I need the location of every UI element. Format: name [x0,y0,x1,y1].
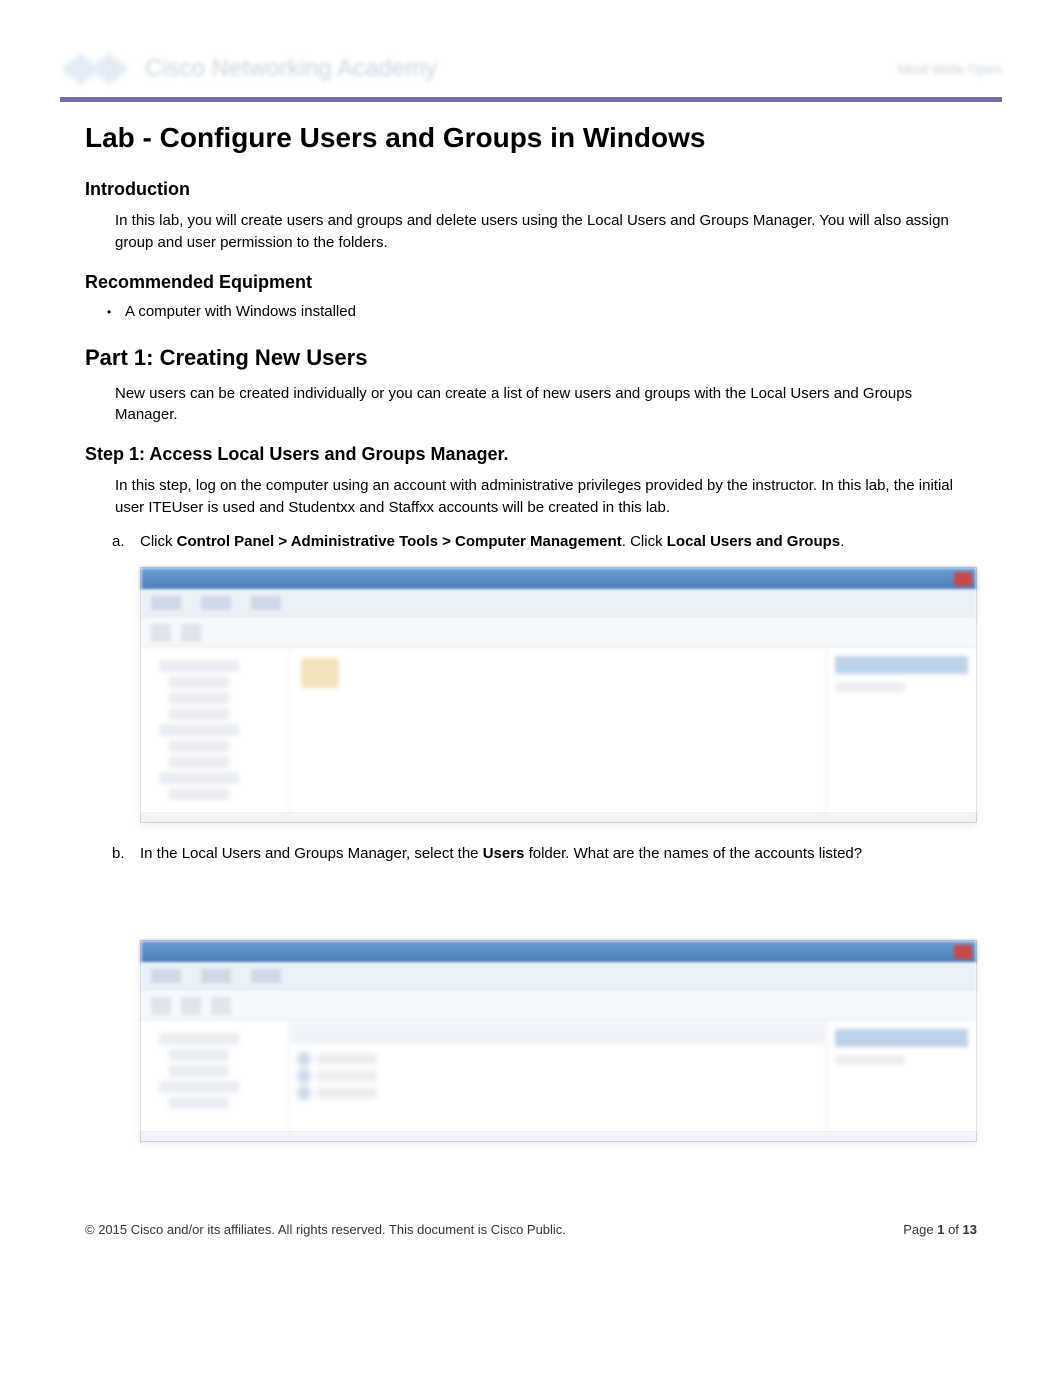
list-marker-a: a. [112,531,125,553]
intro-heading: Introduction [85,179,1002,200]
intro-text: In this lab, you will create users and g… [115,210,977,254]
folder-icon [301,658,339,688]
center-panel [291,648,826,812]
user-icon [297,1086,311,1100]
step1-a-pre: Click [140,533,177,550]
step1-item-a: a. Click Control Panel > Administrative … [140,531,977,553]
status-bar-2 [141,1131,976,1141]
actions-panel-2 [826,1021,976,1131]
page-footer: © 2015 Cisco and/or its affiliates. All … [60,1222,1002,1237]
part1-heading: Part 1: Creating New Users [85,345,1002,371]
window-toolbar [141,618,976,648]
equipment-heading: Recommended Equipment [85,272,1002,293]
user-icon [297,1052,311,1066]
window-menu-2 [141,963,976,991]
part1-intro: New users can be created individually or… [115,383,977,427]
close-icon [954,945,972,959]
window-titlebar-2 [141,941,976,963]
step1-a-post: . [840,533,844,550]
window-toolbar-2 [141,991,976,1021]
step1-heading: Step 1: Access Local Users and Groups Ma… [85,444,1002,465]
tree-panel-2 [141,1021,291,1131]
step1-b-pre: In the Local Users and Groups Manager, s… [140,845,483,862]
window-menu [141,590,976,618]
user-icon [297,1069,311,1083]
header-tagline: Mind Wide Open [898,61,1002,77]
page-title: Lab - Configure Users and Groups in Wind… [85,122,1002,154]
step1-a-bold1: Control Panel > Administrative Tools > C… [177,533,622,550]
close-icon [954,572,972,586]
window-titlebar [141,568,976,590]
page-number: Page 1 of 13 [903,1222,977,1237]
step1-b-bold1: Users [483,845,525,862]
screenshot-computer-management [140,567,977,823]
cisco-logo-icon [60,49,130,89]
copyright-text: © 2015 Cisco and/or its affiliates. All … [85,1222,566,1237]
step1-a-bold2: Local Users and Groups [667,533,840,550]
tree-panel [141,648,291,812]
academy-name: Cisco Networking Academy [145,55,437,83]
step1-item-b: b. In the Local Users and Groups Manager… [140,843,977,865]
equipment-item: A computer with Windows installed [125,303,977,320]
step1-a-mid: . Click [622,533,667,550]
status-bar [141,812,976,822]
center-panel-2 [291,1021,826,1131]
screenshot-users-folder [140,940,977,1142]
list-marker-b: b. [112,843,125,865]
logo-area: Cisco Networking Academy [60,49,437,89]
step1-b-post: folder. What are the names of the accoun… [524,845,862,862]
page-header: Cisco Networking Academy Mind Wide Open [60,40,1002,102]
actions-panel [826,648,976,812]
step1-intro: In this step, log on the computer using … [115,475,977,519]
